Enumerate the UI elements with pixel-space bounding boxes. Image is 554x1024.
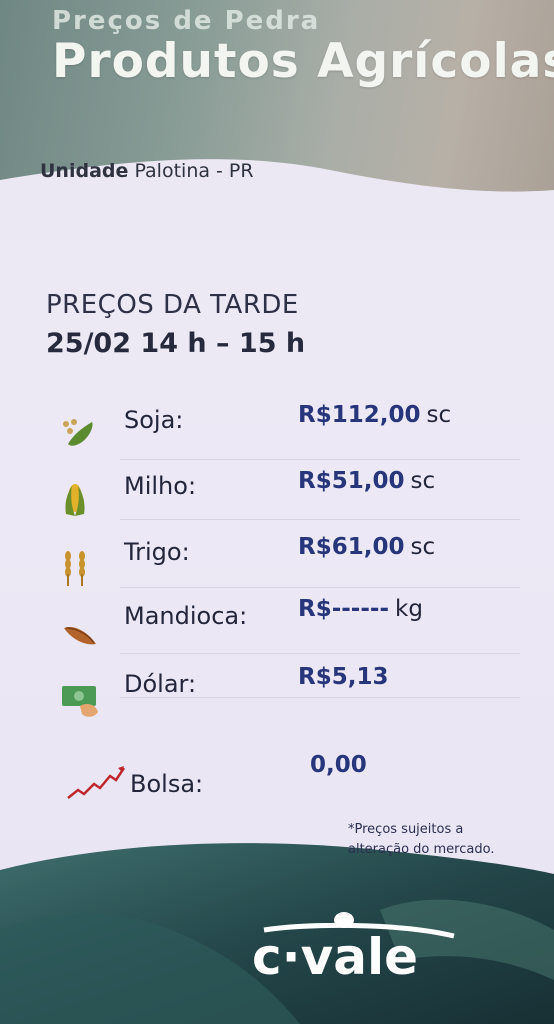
price-value: R$51,00 sc bbox=[298, 468, 436, 494]
logo-text: c·vale bbox=[252, 928, 418, 986]
header-title: Produtos Agrícolas bbox=[52, 34, 554, 89]
price-disclaimer: *Preços sujeitos a alteração do mercado. bbox=[348, 820, 538, 860]
note-line-2: alteração do mercado. bbox=[348, 842, 495, 857]
price-row-milho: Milho: R$51,00 sc bbox=[60, 460, 520, 520]
price-label: Trigo: bbox=[124, 538, 190, 566]
price-label: Mandioca: bbox=[124, 602, 248, 630]
note-line-1: *Preços sujeitos a bbox=[348, 822, 464, 837]
price-label: Milho: bbox=[124, 472, 197, 500]
stock-chart-icon bbox=[67, 766, 126, 799]
price-value: R$112,00 sc bbox=[298, 402, 452, 428]
price-value: 0,00 bbox=[310, 752, 367, 778]
price-value: R$5,13 bbox=[298, 664, 389, 690]
price-row-trigo: Trigo: R$61,00 sc bbox=[60, 526, 520, 588]
price-row-bolsa: Bolsa: 0,00 bbox=[60, 748, 520, 808]
unit-prefix: Unidade bbox=[40, 160, 129, 182]
unit-name: Palotina - PR bbox=[134, 160, 254, 182]
price-value: R$61,00 sc bbox=[298, 534, 436, 560]
price-label: Bolsa: bbox=[130, 770, 204, 798]
header-banner: Preços de Pedra Produtos Agrícolas bbox=[0, 0, 554, 240]
period-time: 25/02 14 h – 15 h bbox=[46, 328, 306, 359]
cvale-logo: c·vale bbox=[252, 912, 455, 986]
wheat-icon bbox=[65, 551, 85, 586]
price-row-soja: Soja: R$112,00 sc bbox=[60, 392, 520, 460]
price-label: Soja: bbox=[124, 406, 184, 434]
unit-location: Unidade Palotina - PR bbox=[40, 160, 254, 182]
price-row-mandioca: Mandioca: R$------ kg bbox=[60, 590, 520, 654]
dollar-bill-icon bbox=[62, 686, 98, 717]
cassava-icon bbox=[64, 626, 96, 645]
header-subtitle: Preços de Pedra bbox=[52, 6, 321, 36]
price-value: R$------ kg bbox=[298, 596, 423, 622]
price-display-screen: Preços de Pedra Produtos Agrícolas Unida… bbox=[0, 0, 554, 1024]
price-row-dolar: Dólar: R$5,13 bbox=[60, 658, 520, 718]
period-title: PREÇOS DA TARDE bbox=[46, 290, 299, 320]
price-label: Dólar: bbox=[124, 670, 197, 698]
soybean-icon bbox=[63, 419, 93, 446]
corn-icon bbox=[65, 484, 85, 516]
